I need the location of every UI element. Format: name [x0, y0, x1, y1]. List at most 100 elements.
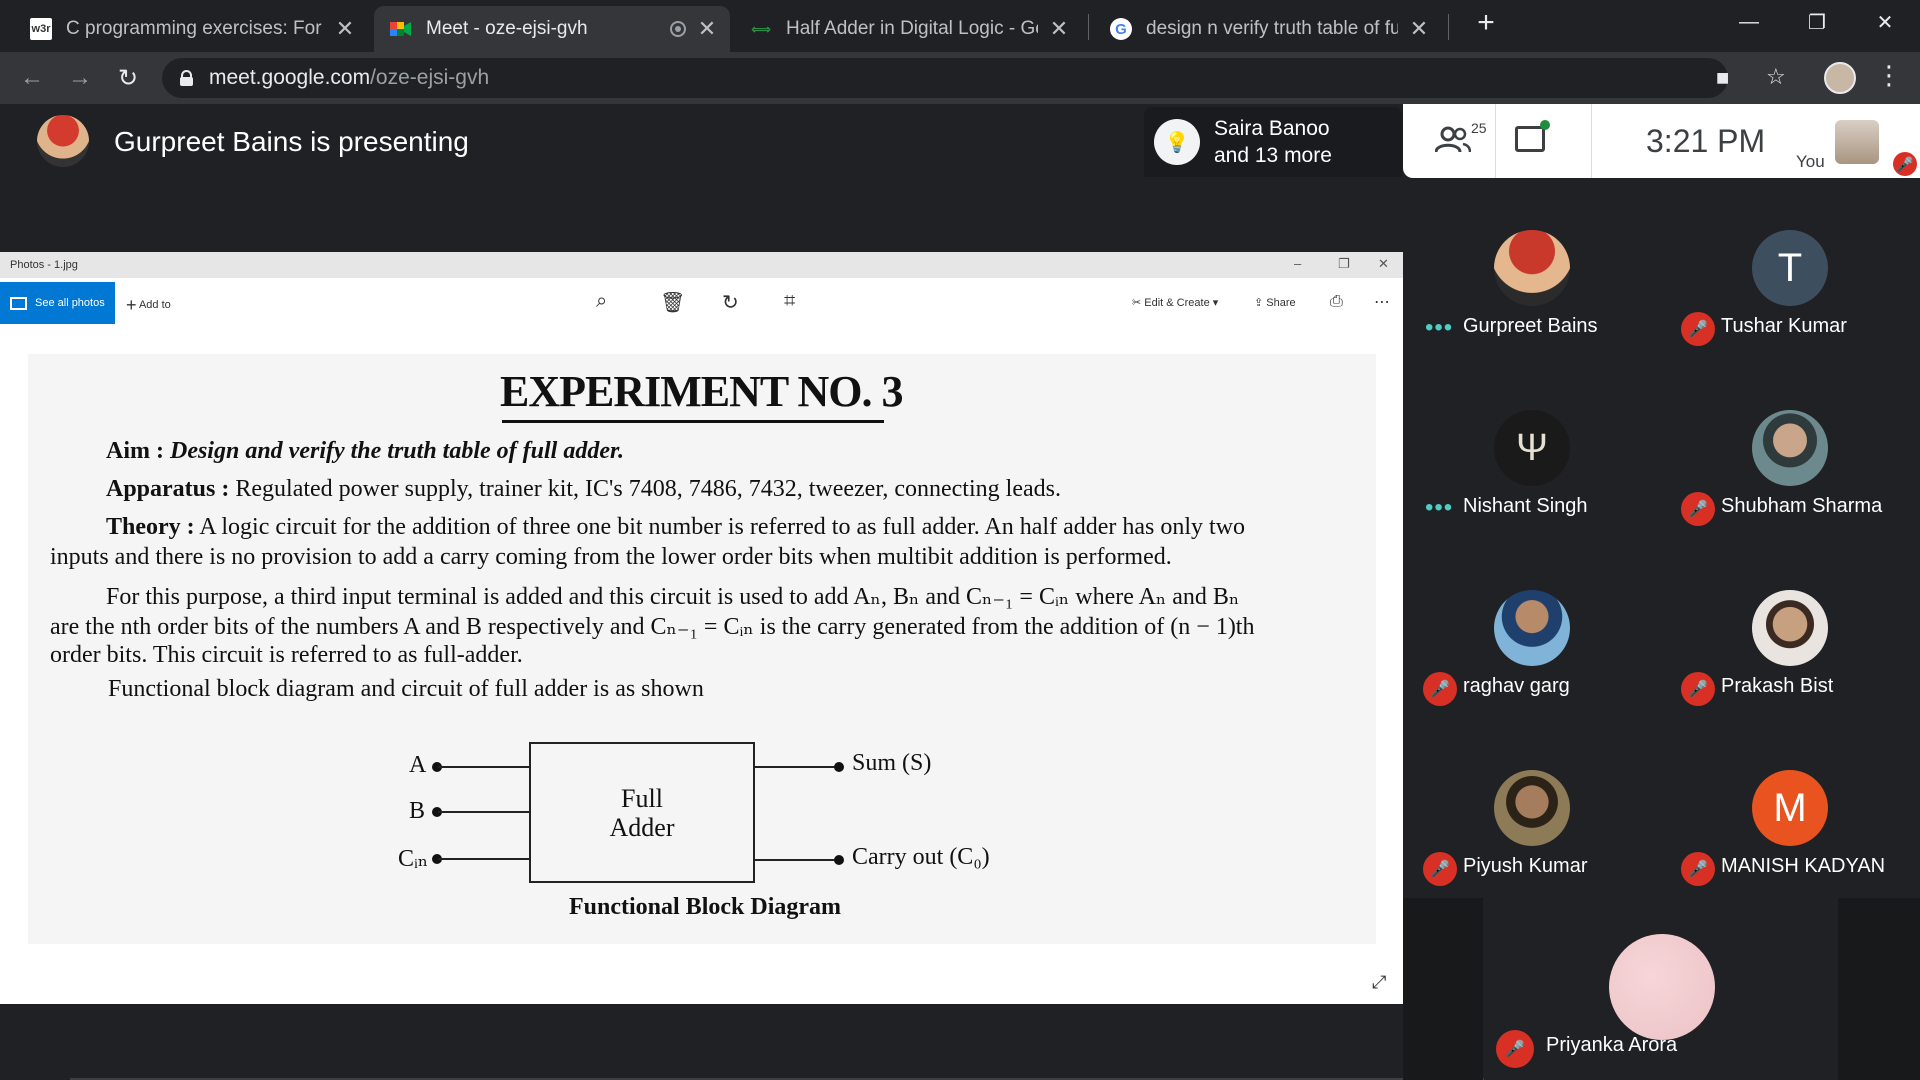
participant-tile[interactable]: Ψ ••• Nishant Singh: [1403, 358, 1661, 538]
participant-tile[interactable]: 🎤 Priyanka Arora: [1484, 898, 1838, 1080]
participant-tile[interactable]: 🎤 raghav garg: [1403, 538, 1661, 718]
see-all-photos-button[interactable]: See all photos: [0, 282, 115, 324]
close-window-icon[interactable]: ✕: [1850, 0, 1920, 44]
tab-title: C programming exercises: For Lo: [66, 18, 324, 39]
mic-off-icon: 🎤: [1496, 1030, 1534, 1068]
presenter-avatar: [37, 115, 89, 167]
new-tab-button[interactable]: +: [1466, 6, 1506, 40]
grid-filler: [1838, 898, 1920, 1080]
tab-meet[interactable]: Meet - oze-ejsi-gvh ✕: [374, 6, 730, 52]
minimize-icon[interactable]: –: [1294, 256, 1301, 271]
edit-create-button[interactable]: ✂ Edit & Create ▾: [1132, 296, 1218, 309]
zoom-icon[interactable]: ⌕: [596, 290, 607, 313]
meeting-clock: 3:21 PM: [1646, 123, 1766, 159]
self-avatar: [1835, 120, 1879, 164]
input-cin-wire: [438, 858, 529, 860]
participant-tile[interactable]: 🎤 Prakash Bist: [1661, 538, 1919, 718]
lightbulb-icon: 💡: [1154, 119, 1200, 165]
photos-toolbar: See all photos + Add to ⌕ 🗑 ↻ ⌗ ✂ Edit &…: [0, 278, 1403, 324]
add-to-button[interactable]: + Add to: [126, 295, 171, 316]
tab-geeksforgeeks[interactable]: ⟺ Half Adder in Digital Logic - Geel ✕: [734, 6, 1082, 52]
chat-icon[interactable]: [1515, 120, 1550, 152]
presentation-stage: Photos - 1.jpg – ❐ ✕ See all photos + Ad…: [0, 252, 1403, 1004]
participant-tile[interactable]: T 🎤 Tushar Kumar: [1661, 178, 1919, 358]
theory-text-1: A logic circuit for the addition of thre…: [199, 514, 1246, 540]
print-icon[interactable]: ⎙: [1330, 293, 1343, 311]
participant-name: Gurpreet Bains: [1463, 315, 1598, 337]
close-icon[interactable]: ✕: [696, 16, 718, 42]
carry-wire: [755, 859, 837, 861]
sum-terminal: [834, 762, 844, 772]
browser-menu-icon[interactable]: ⋮: [1876, 60, 1902, 91]
participant-name: Piyush Kumar: [1463, 855, 1588, 877]
participant-avatar: [1494, 770, 1570, 846]
people-button[interactable]: [1434, 126, 1472, 162]
tab-google-search[interactable]: G design n verify truth table of full ✕: [1094, 6, 1442, 52]
mic-off-icon: 🎤: [1423, 852, 1457, 886]
reload-icon[interactable]: ↻: [112, 62, 144, 94]
participant-tile[interactable]: M 🎤 MANISH KADYAN: [1661, 718, 1919, 898]
participant-avatar: [1494, 230, 1570, 306]
minimize-icon[interactable]: —: [1714, 0, 1784, 44]
meet-bottom-area: [0, 1004, 1403, 1080]
divider: [1495, 104, 1496, 178]
edit-icon: ✂: [1132, 297, 1145, 309]
more-icon[interactable]: ⋯: [1374, 292, 1390, 312]
geeks-icon: ⟺: [750, 20, 772, 37]
para2-line-3: order bits. This circuit is referred to …: [50, 642, 523, 668]
plus-icon: +: [126, 295, 137, 315]
rotate-icon[interactable]: ↻: [722, 290, 739, 315]
forward-icon[interactable]: →: [64, 62, 96, 94]
close-icon[interactable]: ✕: [334, 16, 356, 42]
experiment-heading: EXPERIMENT NO. 3: [500, 367, 903, 416]
input-b-label: B: [409, 798, 426, 824]
tab-divider: [1448, 14, 1449, 40]
add-to-label: Add to: [138, 299, 171, 311]
participant-name: Prakash Bist: [1721, 675, 1834, 697]
participant-name: MANISH KADYAN: [1721, 855, 1886, 877]
close-icon[interactable]: ✕: [1408, 16, 1430, 42]
close-icon[interactable]: ✕: [1048, 16, 1070, 42]
apparatus-text: Regulated power supply, trainer kit, IC'…: [235, 476, 1061, 502]
photos-icon: [10, 296, 27, 310]
profile-avatar[interactable]: [1824, 62, 1856, 94]
participant-tile[interactable]: 🎤 Piyush Kumar: [1403, 718, 1661, 898]
participant-tile[interactable]: 🎤 Shubham Sharma: [1661, 358, 1919, 538]
expand-icon[interactable]: ⤢: [1372, 972, 1386, 993]
participant-avatar: [1752, 410, 1828, 486]
camera-icon[interactable]: ■: [1716, 65, 1729, 91]
tab-w3resource[interactable]: w3r C programming exercises: For Lo ✕: [14, 6, 368, 52]
participant-name: Tushar Kumar: [1721, 315, 1847, 337]
mic-off-icon: 🎤: [1681, 852, 1715, 886]
participant-avatar: M: [1752, 770, 1828, 846]
divider: [1591, 104, 1592, 178]
close-icon[interactable]: ✕: [1378, 256, 1389, 272]
input-a-label: A: [409, 752, 427, 778]
aim-text: Design and verify the truth table of ful…: [169, 438, 624, 464]
back-icon[interactable]: ←: [16, 62, 48, 94]
carry-terminal: [834, 855, 844, 865]
apparatus-line: Apparatus : Regulated power supply, trai…: [106, 476, 1061, 503]
mic-off-icon: 🎤: [1681, 492, 1715, 526]
url-field[interactable]: meet.google.com/oze-ejsi-gvh ■ ☆: [162, 58, 1786, 98]
speaking-indicator-icon: •••: [1425, 494, 1454, 521]
participant-count: 25: [1471, 120, 1487, 136]
tab-divider: [1088, 14, 1089, 40]
participant-tile[interactable]: ••• Gurpreet Bains: [1403, 178, 1661, 358]
others-count: and 13 more: [1214, 144, 1332, 167]
others-name: Saira Banoo: [1214, 117, 1330, 140]
delete-icon[interactable]: 🗑: [660, 290, 685, 315]
participant-name: Nishant Singh: [1463, 495, 1588, 517]
crop-icon[interactable]: ⌗: [784, 290, 795, 313]
recording-icon: [670, 21, 686, 37]
para2-line-2: are the nth order bits of the numbers A …: [50, 614, 1255, 640]
restore-icon[interactable]: ❐: [1782, 0, 1852, 44]
share-button[interactable]: ⇪ Share: [1254, 296, 1296, 309]
other-participants-chip[interactable]: 💡 Saira Banoo and 13 more: [1144, 107, 1402, 177]
share-icon: ⇪: [1254, 297, 1267, 309]
restore-icon[interactable]: ❐: [1338, 256, 1350, 272]
theory-line-1: Theory : A logic circuit for the additio…: [106, 514, 1245, 541]
sum-label: Sum (S): [852, 750, 932, 776]
participant-avatar: [1494, 590, 1570, 666]
bookmark-star-icon[interactable]: ☆: [1766, 64, 1786, 90]
